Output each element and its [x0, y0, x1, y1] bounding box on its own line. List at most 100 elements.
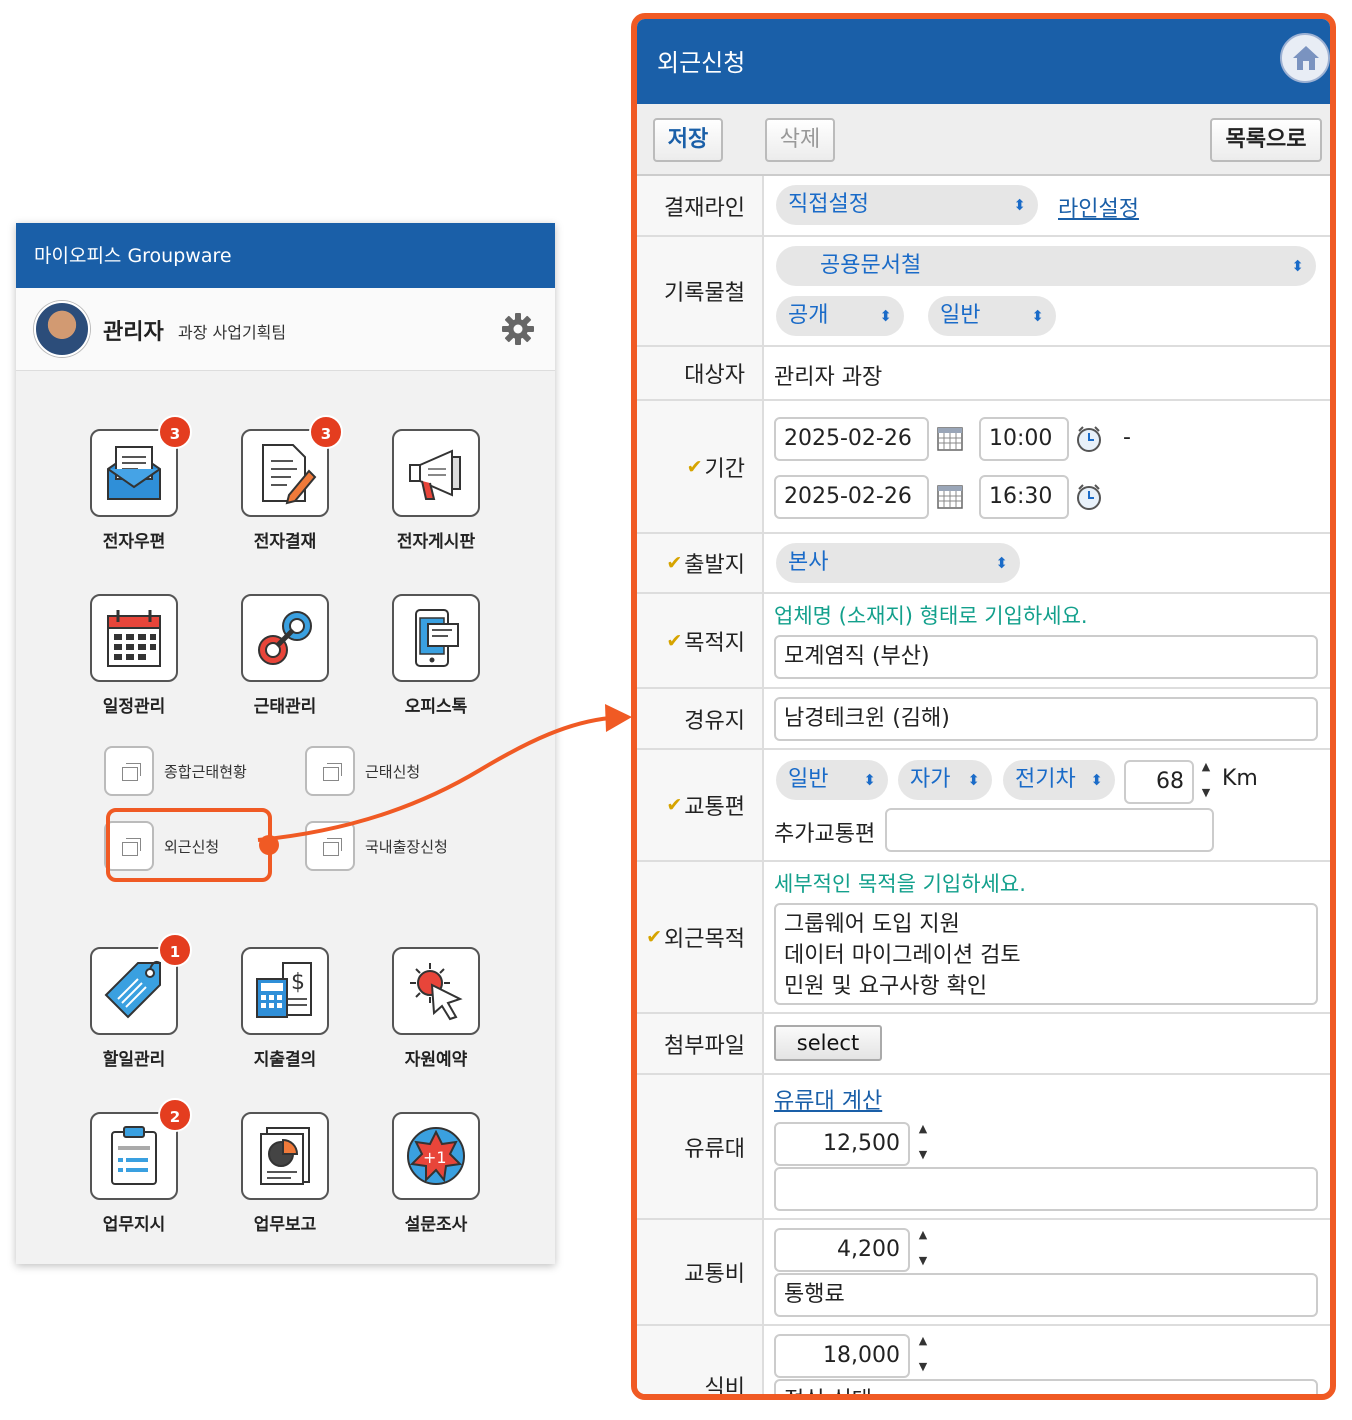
- purpose-textarea[interactable]: 그룹웨어 도입 지원 데이터 마이그레이션 검토 민원 및 요구사항 확인: [774, 903, 1318, 1005]
- field-label: 결재라인: [637, 176, 764, 235]
- row-departure: ✔ 출발지 본사 ⬍: [637, 534, 1330, 594]
- app-label: 전자게시판: [396, 532, 476, 552]
- fuel-amount-input[interactable]: 12,500: [774, 1122, 910, 1166]
- app-todo[interactable]: 1 할일관리: [74, 933, 194, 1070]
- calendar-icon[interactable]: [937, 485, 963, 509]
- page-title: 외근신청: [657, 49, 746, 77]
- transit-fee-stepper[interactable]: ▲ ▼: [916, 1228, 930, 1268]
- row-records-folder: 기록물철 공용문서철 ⬍ 공개 ⬍ 일반 ⬍: [637, 237, 1330, 347]
- cursor-click-icon: [410, 963, 463, 1021]
- app-expense[interactable]: $ 지출결의: [225, 947, 345, 1070]
- destination-input[interactable]: 모계염직 (부산): [774, 635, 1318, 679]
- app-label: 전자우편: [102, 532, 166, 552]
- updown-arrow-icon: ⬍: [1090, 771, 1103, 789]
- meal-stepper[interactable]: ▲ ▼: [916, 1334, 930, 1374]
- start-time-input[interactable]: 10:00: [979, 417, 1069, 461]
- spin-down-icon[interactable]: ▼: [916, 1360, 930, 1374]
- app-resource-booking[interactable]: 자원예약: [376, 947, 496, 1070]
- updown-arrow-icon: ⬍: [1031, 307, 1044, 325]
- required-check-icon: ✔: [686, 455, 703, 478]
- visibility-select[interactable]: 공개 ⬍: [776, 296, 904, 336]
- approval-line-select[interactable]: 직접설정 ⬍: [776, 185, 1038, 225]
- avatar[interactable]: [34, 301, 90, 357]
- app-label: 설문조사: [404, 1215, 468, 1235]
- clock-icon[interactable]: [1075, 483, 1103, 511]
- distance-stepper[interactable]: ▲ ▼: [1199, 760, 1213, 800]
- spin-up-icon[interactable]: ▲: [1199, 760, 1213, 774]
- megaphone-icon: [409, 449, 461, 500]
- field-label: ✔ 교통편: [637, 750, 764, 860]
- spin-up-icon[interactable]: ▲: [916, 1334, 930, 1348]
- calendar-icon[interactable]: [937, 427, 963, 451]
- app-label: 일정관리: [102, 697, 166, 717]
- back-to-list-button[interactable]: 목록으로: [1210, 118, 1322, 162]
- field-label: ✔ 출발지: [637, 534, 764, 592]
- spin-down-icon[interactable]: ▼: [1199, 786, 1213, 800]
- fuel-calc-link[interactable]: 유류대 계산: [774, 1083, 882, 1115]
- required-check-icon: ✔: [646, 926, 663, 948]
- app-mail[interactable]: 3 전자우편: [74, 415, 194, 552]
- distance-input[interactable]: 68: [1124, 760, 1194, 804]
- records-folder-select[interactable]: 공용문서철 ⬍: [776, 246, 1316, 286]
- line-setting-link[interactable]: 라인설정: [1058, 191, 1139, 223]
- calendar-icon: [107, 610, 161, 667]
- spin-up-icon[interactable]: ▲: [916, 1228, 930, 1242]
- form-toolbar: 저장 삭제 목록으로: [637, 104, 1330, 176]
- user-name: 관리자: [103, 320, 164, 345]
- row-approval-line: 결재라인 직접설정 ⬍ 라인설정: [637, 176, 1330, 237]
- waypoint-input[interactable]: 남경테크윈 (김해): [774, 697, 1318, 741]
- end-date-input[interactable]: 2025-02-26: [774, 475, 929, 519]
- submenu-total-attendance[interactable]: 종합근태현황: [104, 746, 247, 796]
- field-label: ✔ 기간: [637, 401, 764, 532]
- end-time-input[interactable]: 16:30: [979, 475, 1069, 519]
- app-schedule[interactable]: 일정관리: [74, 594, 194, 717]
- clock-icon[interactable]: [1075, 425, 1103, 453]
- field-label: 식비: [637, 1326, 764, 1394]
- user-position-team: 과장 사업기획팀: [178, 323, 287, 342]
- transport-owner-select[interactable]: 자가 ⬍: [898, 760, 992, 800]
- target-value: 관리자 과장: [774, 365, 883, 390]
- vehicle-select[interactable]: 전기차 ⬍: [1003, 760, 1115, 800]
- app-survey[interactable]: +1 설문조사: [376, 1112, 496, 1235]
- row-destination: ✔ 목적지 업체명 (소재지) 형태로 기입하세요. 모계염직 (부산): [637, 594, 1330, 689]
- save-button[interactable]: 저장: [653, 118, 723, 162]
- gear-icon[interactable]: [501, 312, 535, 346]
- spin-up-icon[interactable]: ▲: [916, 1122, 930, 1136]
- delete-button[interactable]: 삭제: [765, 118, 835, 162]
- meal-note-input[interactable]: 점심 식대: [774, 1379, 1318, 1394]
- grade-select[interactable]: 일반 ⬍: [928, 296, 1056, 336]
- updown-arrow-icon: ⬍: [1013, 196, 1026, 214]
- meal-amount-input[interactable]: 18,000: [774, 1334, 910, 1378]
- start-date-input[interactable]: 2025-02-26: [774, 417, 929, 461]
- todo-badge: 1: [158, 933, 192, 967]
- row-meal: 식비 18,000 ▲▼ 점심 식대: [637, 1326, 1330, 1394]
- home-button[interactable]: [1280, 33, 1330, 83]
- extra-transport-input[interactable]: [885, 808, 1214, 852]
- spin-down-icon[interactable]: ▼: [916, 1148, 930, 1162]
- app-header: 마이오피스 Groupware: [16, 223, 555, 288]
- user-profile-bar: 관리자 과장 사업기획팀: [16, 288, 555, 371]
- app-work-report[interactable]: 업무보고: [225, 1112, 345, 1235]
- departure-select[interactable]: 본사 ⬍: [776, 543, 1020, 583]
- transit-fee-amount-input[interactable]: 4,200: [774, 1228, 910, 1272]
- app-approval[interactable]: 3 전자결재: [225, 415, 345, 552]
- row-waypoint: 경유지 남경테크윈 (김해): [637, 689, 1330, 750]
- tag-icon: [104, 960, 161, 1019]
- fuel-note-input[interactable]: [774, 1167, 1318, 1211]
- purpose-hint: 세부적인 목적을 기입하세요.: [774, 872, 1026, 896]
- app-label: 할일관리: [102, 1050, 166, 1070]
- updown-arrow-icon: ⬍: [863, 771, 876, 789]
- file-select-button[interactable]: select: [774, 1025, 882, 1061]
- app-label: 업무지시: [102, 1215, 166, 1235]
- transit-fee-note-input[interactable]: 통행료: [774, 1273, 1318, 1317]
- plus-one-icon: +1: [407, 1127, 465, 1185]
- app-board[interactable]: 전자게시판: [376, 429, 496, 552]
- app-work-order[interactable]: 2 업무지시: [74, 1098, 194, 1235]
- distance-unit: Km: [1222, 766, 1258, 791]
- row-purpose: ✔ 외근목적 세부적인 목적을 기입하세요. 그룹웨어 도입 지원 데이터 마이그…: [637, 862, 1330, 1014]
- fuel-amount-stepper[interactable]: ▲ ▼: [916, 1122, 930, 1162]
- spin-down-icon[interactable]: ▼: [916, 1254, 930, 1268]
- transport-type-select[interactable]: 일반 ⬍: [776, 760, 888, 800]
- clipboard-icon: [111, 1126, 157, 1185]
- app-label: 지출결의: [253, 1050, 317, 1070]
